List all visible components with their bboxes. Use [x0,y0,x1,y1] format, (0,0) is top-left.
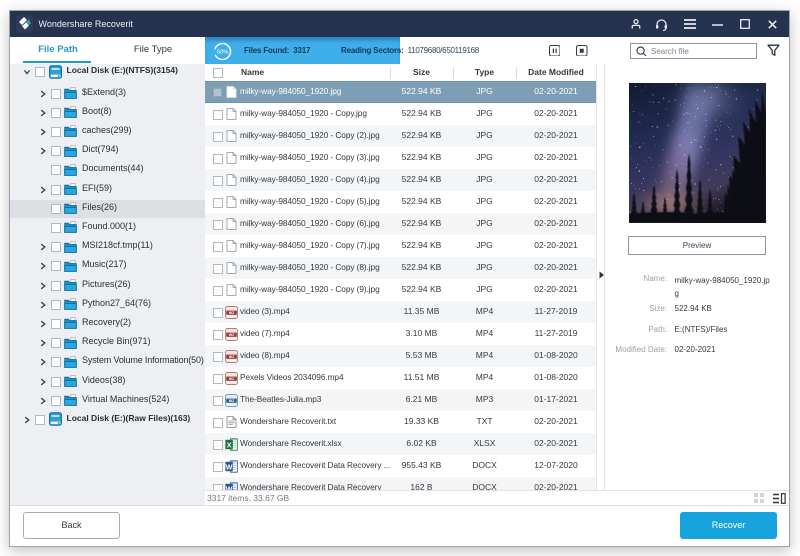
svg-text:X: X [227,440,232,449]
svg-text:50%: 50% [216,49,228,55]
svg-text:WZ: WZ [229,377,235,381]
svg-text:W: W [226,464,233,471]
svg-text:WZ: WZ [229,333,235,337]
svg-text:WZ: WZ [229,399,235,403]
svg-text:WZ: WZ [229,355,235,359]
svg-text:WZ: WZ [229,311,235,315]
